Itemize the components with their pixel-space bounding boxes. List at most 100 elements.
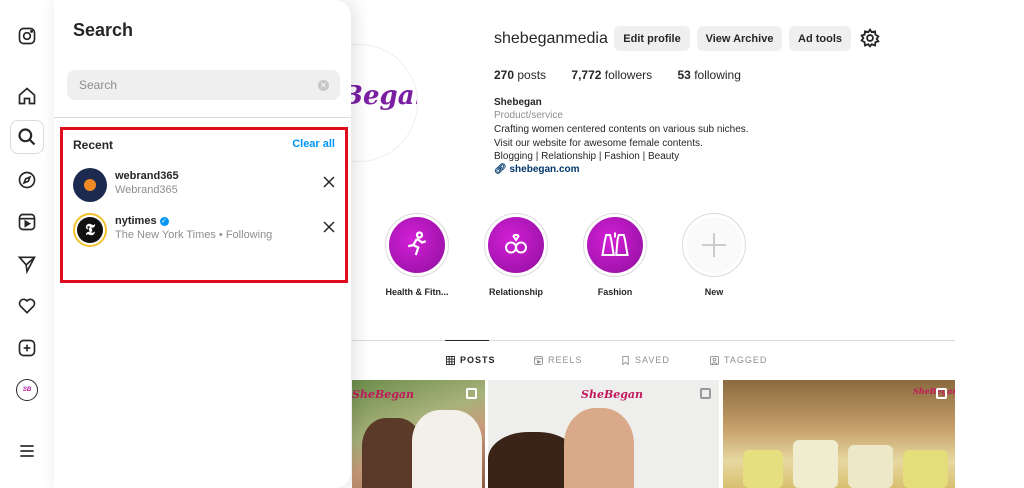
brand-logo-icon — [84, 179, 96, 191]
messages-icon[interactable] — [10, 247, 44, 281]
tag-user-icon — [710, 355, 719, 365]
recent-label: Recent — [73, 138, 114, 152]
tab-saved[interactable]: SAVED — [621, 355, 670, 365]
post-image-jar — [793, 440, 838, 488]
remove-recent-button[interactable] — [321, 219, 337, 235]
bio-link[interactable]: 🔗︎ shebegan.com — [494, 164, 580, 175]
tab-posts[interactable]: POSTS — [446, 355, 496, 365]
post-image-figure — [412, 410, 482, 488]
followers-stat[interactable]: 7,772 followers — [571, 68, 652, 82]
highlight-label: New — [704, 287, 724, 297]
search-input[interactable] — [79, 70, 309, 100]
tab-label: REELS — [548, 355, 583, 365]
couple-hearts-icon — [488, 217, 544, 273]
clear-search-icon[interactable]: ✕ — [318, 80, 329, 91]
bio-line: Crafting women centered contents on vari… — [494, 124, 749, 135]
tab-tagged[interactable]: TAGGED — [710, 355, 767, 365]
clear-all-button[interactable]: Clear all — [292, 138, 335, 150]
highlight-label: Fashion — [597, 287, 633, 297]
highlight-label: Relationship — [488, 287, 543, 297]
running-woman-icon — [389, 217, 445, 273]
post-image-jar — [848, 445, 893, 488]
following-count: 53 — [677, 68, 691, 82]
multi-image-icon — [936, 388, 947, 399]
recent-username-text: nytimes — [115, 215, 157, 227]
verified-badge-icon: ✓ — [159, 217, 169, 226]
view-archive-button[interactable]: View Archive — [697, 26, 782, 51]
search-panel-title: Search — [73, 20, 134, 40]
recent-username: nytimes ✓ — [115, 215, 169, 227]
followers-count: 7,772 — [571, 68, 602, 82]
avatar: SB — [16, 379, 38, 401]
edit-profile-button[interactable]: Edit profile — [614, 26, 690, 51]
posts-label: posts — [517, 68, 547, 82]
posts-stat[interactable]: 270 posts — [494, 68, 546, 82]
menu-icon[interactable] — [10, 434, 44, 468]
profile-username: shebeganmedia — [494, 30, 608, 47]
bio-line: Visit our website for awesome female con… — [494, 138, 703, 149]
tab-label: SAVED — [635, 355, 670, 365]
post-image-jar — [743, 450, 783, 488]
search-divider — [54, 117, 351, 118]
ad-tools-button[interactable]: Ad tools — [789, 26, 851, 51]
avatar: 𝕿 — [73, 213, 107, 247]
create-icon[interactable] — [10, 331, 44, 365]
recent-searches-section: Recent Clear all webrand365 Webrand365 𝕿… — [60, 127, 348, 283]
recent-item-nytimes[interactable]: 𝕿 nytimes ✓ The New York Times • Followin… — [73, 211, 341, 251]
remove-recent-button[interactable] — [321, 174, 337, 190]
recent-username: webrand365 — [115, 170, 179, 182]
home-icon[interactable] — [10, 79, 44, 113]
recent-subtitle: The New York Times • Following — [115, 229, 273, 241]
highlight-label: Health & Fitn... — [385, 287, 449, 297]
recent-subtitle: Webrand365 — [115, 184, 178, 196]
following-stat[interactable]: 53 following — [677, 68, 740, 82]
post-brand-text: SheBegan — [352, 388, 415, 401]
following-label: following — [694, 68, 741, 82]
profile-stats: 270 posts 7,772 followers 53 following — [494, 68, 763, 82]
tab-label: POSTS — [460, 355, 496, 365]
bio-link-text: shebegan.com — [509, 164, 580, 175]
avatar — [73, 168, 107, 202]
bio-name: Shebegan — [494, 97, 542, 108]
post-thumbnail[interactable]: SheBegan — [723, 380, 955, 488]
search-panel: Search ✕ Recent Clear all webrand365 Web… — [54, 0, 351, 488]
post-image-figure — [564, 408, 634, 488]
search-icon[interactable] — [10, 120, 44, 154]
followers-label: followers — [604, 68, 653, 82]
multi-image-icon — [700, 388, 711, 399]
explore-icon[interactable] — [10, 163, 44, 197]
highlight-fashion[interactable]: Fashion — [570, 213, 660, 297]
post-brand-text: SheBegan — [581, 388, 644, 401]
profile-logo: Began — [341, 81, 417, 111]
active-tab-indicator — [445, 340, 489, 341]
search-box: ✕ — [67, 70, 340, 100]
post-thumbnail[interactable]: SheBegan — [488, 380, 719, 488]
tab-reels[interactable]: REELS — [534, 355, 583, 365]
nav-rail: SB — [0, 0, 54, 488]
highlight-health[interactable]: Health & Fitn... — [372, 213, 462, 297]
bio-line: Blogging | Relationship | Fashion | Beau… — [494, 151, 680, 162]
highlight-new[interactable]: New — [669, 213, 759, 297]
grid-icon — [446, 355, 455, 365]
post-thumbnail[interactable]: SheBegan — [352, 380, 485, 488]
tabs-divider — [352, 340, 955, 341]
nyt-logo-icon: 𝕿 — [77, 217, 103, 243]
post-brand-text: SheBegan — [913, 386, 955, 396]
highlight-relationship[interactable]: Relationship — [471, 213, 561, 297]
bookmark-icon — [622, 355, 629, 365]
posts-count: 270 — [494, 68, 515, 82]
instagram-icon[interactable] — [10, 19, 44, 53]
reels-icon — [534, 355, 543, 365]
post-image-jar — [903, 450, 948, 488]
tab-label: TAGGED — [724, 355, 768, 365]
recent-item-webrand365[interactable]: webrand365 Webrand365 — [73, 166, 341, 206]
profile-avatar[interactable]: SB — [10, 373, 44, 407]
settings-gear-icon[interactable] — [860, 28, 880, 48]
reels-icon[interactable] — [10, 205, 44, 239]
bio-category: Product/service — [494, 110, 563, 121]
link-icon: 🔗︎ — [494, 164, 507, 175]
plus-icon — [686, 217, 742, 273]
close-icon — [323, 176, 335, 188]
dresses-icon — [587, 217, 643, 273]
notifications-icon[interactable] — [10, 289, 44, 323]
